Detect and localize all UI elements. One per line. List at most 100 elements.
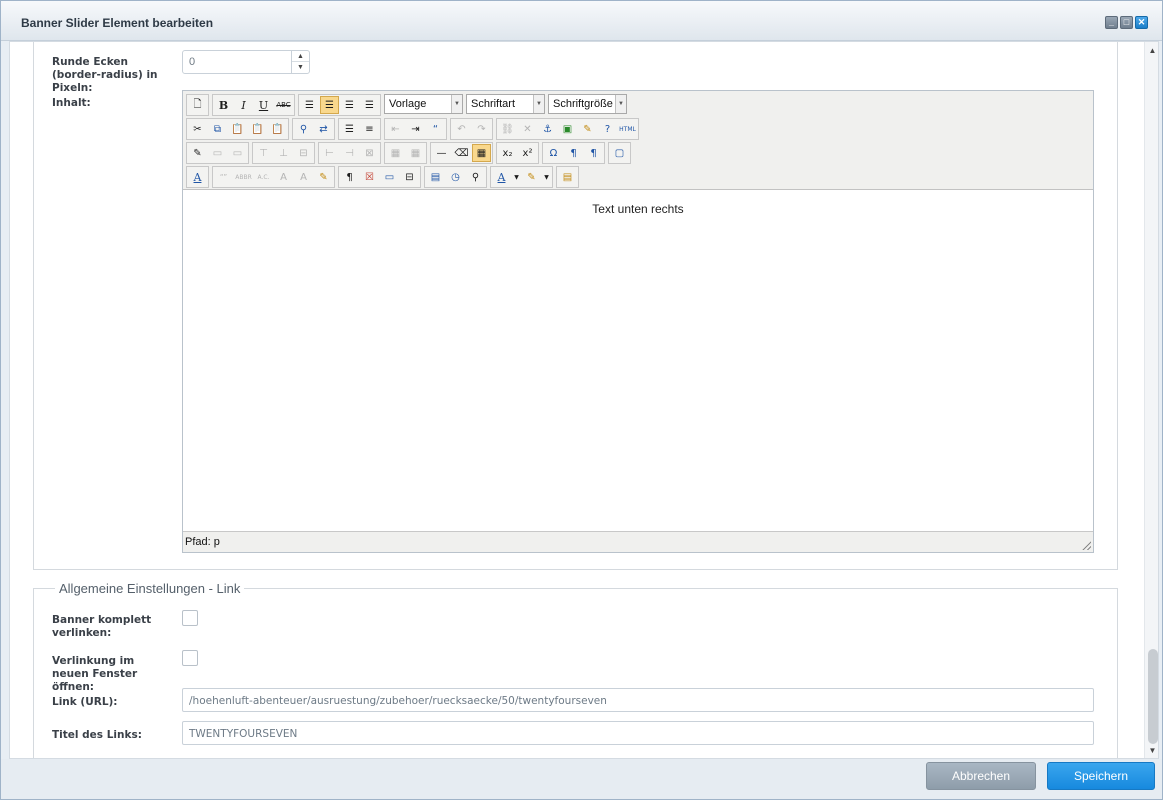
font-size-select[interactable]: Schriftgröße ▼ bbox=[548, 94, 627, 114]
acronym-icon[interactable]: A.C. bbox=[254, 168, 273, 186]
attributes-icon[interactable]: ✎ bbox=[314, 168, 333, 186]
horizontal-rule-icon[interactable]: — bbox=[432, 144, 451, 162]
stepper-up-icon[interactable]: ▲ bbox=[292, 51, 309, 62]
cite-icon[interactable]: “” bbox=[214, 168, 233, 186]
delete-col-icon[interactable]: ⊠ bbox=[360, 144, 379, 162]
vertical-scrollbar[interactable]: ▲ ▼ bbox=[1144, 42, 1158, 758]
cancel-button[interactable]: Abbrechen bbox=[926, 762, 1036, 790]
special-char-icon[interactable]: Ω bbox=[544, 144, 563, 162]
styles-icon[interactable]: A bbox=[188, 168, 207, 186]
align-left-icon[interactable]: ☰ bbox=[300, 96, 319, 114]
bold-icon[interactable]: B bbox=[214, 96, 233, 114]
toolbar-group: “” ABBR A.C. A A ✎ bbox=[212, 166, 335, 188]
layer-icon[interactable]: ▭ bbox=[380, 168, 399, 186]
fullscreen-icon[interactable]: ▢ bbox=[610, 144, 629, 162]
align-center-icon[interactable]: ☰ bbox=[320, 96, 339, 114]
url-input[interactable]: /hoehenluft-abenteuer/ausruestung/zubeho… bbox=[182, 688, 1094, 712]
cut-icon[interactable]: ✂ bbox=[188, 120, 207, 138]
radius-stepper[interactable]: 0 ▲ ▼ bbox=[182, 50, 310, 74]
image-icon[interactable]: ▣ bbox=[558, 120, 577, 138]
new-document-icon[interactable]: 🗋 bbox=[188, 96, 207, 114]
undo-icon[interactable]: ↶ bbox=[452, 120, 471, 138]
paste-icon[interactable]: 📋 bbox=[228, 120, 247, 138]
paste-text-icon[interactable]: 📋 bbox=[248, 120, 267, 138]
show-blocks-icon[interactable]: ¶ bbox=[340, 168, 359, 186]
redo-icon[interactable]: ↷ bbox=[472, 120, 491, 138]
underline-icon[interactable]: U bbox=[254, 96, 273, 114]
edit-css-icon[interactable]: ✎ bbox=[188, 144, 207, 162]
merge-cells-icon[interactable]: ▦ bbox=[406, 144, 425, 162]
template-icon[interactable]: ▤ bbox=[558, 168, 577, 186]
insert-col-before-icon[interactable]: ⊢ bbox=[320, 144, 339, 162]
insert-row-after-icon[interactable]: ⊥ bbox=[274, 144, 293, 162]
insert-date-icon[interactable]: ▤ bbox=[426, 168, 445, 186]
remove-format-icon[interactable]: ⌫ bbox=[452, 144, 471, 162]
html-source-icon[interactable]: HTML bbox=[618, 120, 637, 138]
cell-props-icon[interactable]: ▭ bbox=[228, 144, 247, 162]
blockquote-icon[interactable]: “ bbox=[426, 120, 445, 138]
editor-content-area[interactable]: Text unten rechts bbox=[183, 191, 1093, 532]
scroll-up-icon[interactable]: ▲ bbox=[1145, 44, 1158, 58]
align-right-icon[interactable]: ☰ bbox=[340, 96, 359, 114]
title-bar[interactable]: Banner Slider Element bearbeiten _ □ ✕ bbox=[1, 1, 1162, 41]
indent-icon[interactable]: ⇥ bbox=[406, 120, 425, 138]
visual-aid-icon[interactable]: ☒ bbox=[360, 168, 379, 186]
replace-icon[interactable]: ⇄ bbox=[314, 120, 333, 138]
paste-word-icon[interactable]: 📋 bbox=[268, 120, 287, 138]
window-controls: _ □ ✕ bbox=[1105, 16, 1148, 29]
highlight-color-icon[interactable]: ✎ bbox=[522, 168, 541, 186]
chevron-down-icon[interactable]: ▼ bbox=[512, 168, 521, 186]
unlink-icon[interactable]: ✕ bbox=[518, 120, 537, 138]
find-icon[interactable]: ⚲ bbox=[294, 120, 313, 138]
cleanup-icon[interactable]: ✎ bbox=[578, 120, 597, 138]
stepper-down-icon[interactable]: ▼ bbox=[292, 62, 309, 73]
split-cells-icon[interactable]: ▦ bbox=[386, 144, 405, 162]
save-button[interactable]: Speichern bbox=[1047, 762, 1155, 790]
ltr-icon[interactable]: ¶ bbox=[564, 144, 583, 162]
insert-time-icon[interactable]: ◷ bbox=[446, 168, 465, 186]
subscript-icon[interactable]: x₂ bbox=[498, 144, 517, 162]
chevron-down-icon[interactable]: ▼ bbox=[542, 168, 551, 186]
toolbar-group: B I U ABC bbox=[212, 94, 295, 116]
outdent-icon[interactable]: ⇤ bbox=[386, 120, 405, 138]
text-color-icon[interactable]: A bbox=[492, 168, 511, 186]
numbered-list-icon[interactable]: ≡ bbox=[360, 120, 379, 138]
insert-text-icon[interactable]: A bbox=[294, 168, 313, 186]
resize-handle-icon[interactable] bbox=[1082, 541, 1091, 550]
copy-icon[interactable]: ⧉ bbox=[208, 120, 227, 138]
strikethrough-icon[interactable]: ABC bbox=[274, 96, 293, 114]
new-window-checkbox[interactable] bbox=[182, 650, 198, 666]
rtl-icon[interactable]: ¶ bbox=[584, 144, 603, 162]
italic-icon[interactable]: I bbox=[234, 96, 253, 114]
link-icon[interactable]: ⛓ bbox=[498, 120, 517, 138]
insert-col-after-icon[interactable]: ⊣ bbox=[340, 144, 359, 162]
new-window-label: Verlinkung im neuen Fenster öffnen: bbox=[52, 655, 138, 693]
preview-icon[interactable]: ⚲ bbox=[466, 168, 485, 186]
toolbar-group: ⊢ ⊣ ⊠ bbox=[318, 142, 381, 164]
toolbar-group: ✂ ⧉ 📋 📋 📋 bbox=[186, 118, 289, 140]
maximize-button[interactable]: □ bbox=[1120, 16, 1133, 29]
page-break-icon[interactable]: ⊟ bbox=[400, 168, 419, 186]
superscript-icon[interactable]: x² bbox=[518, 144, 537, 162]
delete-text-icon[interactable]: A bbox=[274, 168, 293, 186]
link-whole-checkbox[interactable] bbox=[182, 610, 198, 626]
row-props-icon[interactable]: ▭ bbox=[208, 144, 227, 162]
toolbar-group: A bbox=[186, 166, 209, 188]
abbr-icon[interactable]: ABBR bbox=[234, 168, 253, 186]
font-select[interactable]: Schriftart ▼ bbox=[466, 94, 545, 114]
table-icon[interactable]: ▦ bbox=[472, 144, 491, 162]
align-justify-icon[interactable]: ☰ bbox=[360, 96, 379, 114]
scroll-down-icon[interactable]: ▼ bbox=[1145, 744, 1158, 758]
delete-row-icon[interactable]: ⊟ bbox=[294, 144, 313, 162]
format-select[interactable]: Vorlage ▼ bbox=[384, 94, 463, 114]
link-title-input[interactable]: TWENTYFOURSEVEN bbox=[182, 721, 1094, 745]
toolbar-group: Ω ¶ ¶ bbox=[542, 142, 605, 164]
minimize-button[interactable]: _ bbox=[1105, 16, 1118, 29]
insert-row-before-icon[interactable]: ⊤ bbox=[254, 144, 273, 162]
close-button[interactable]: ✕ bbox=[1135, 16, 1148, 29]
anchor-icon[interactable]: ⚓ bbox=[538, 120, 557, 138]
scrollbar-thumb[interactable] bbox=[1148, 649, 1158, 744]
toolbar-row-1: 🗋 B I U ABC ☰ ☰ ☰ ☰ Vorlage ▼ Schriftart… bbox=[186, 94, 627, 116]
bullet-list-icon[interactable]: ☰ bbox=[340, 120, 359, 138]
help-icon[interactable]: ? bbox=[598, 120, 617, 138]
